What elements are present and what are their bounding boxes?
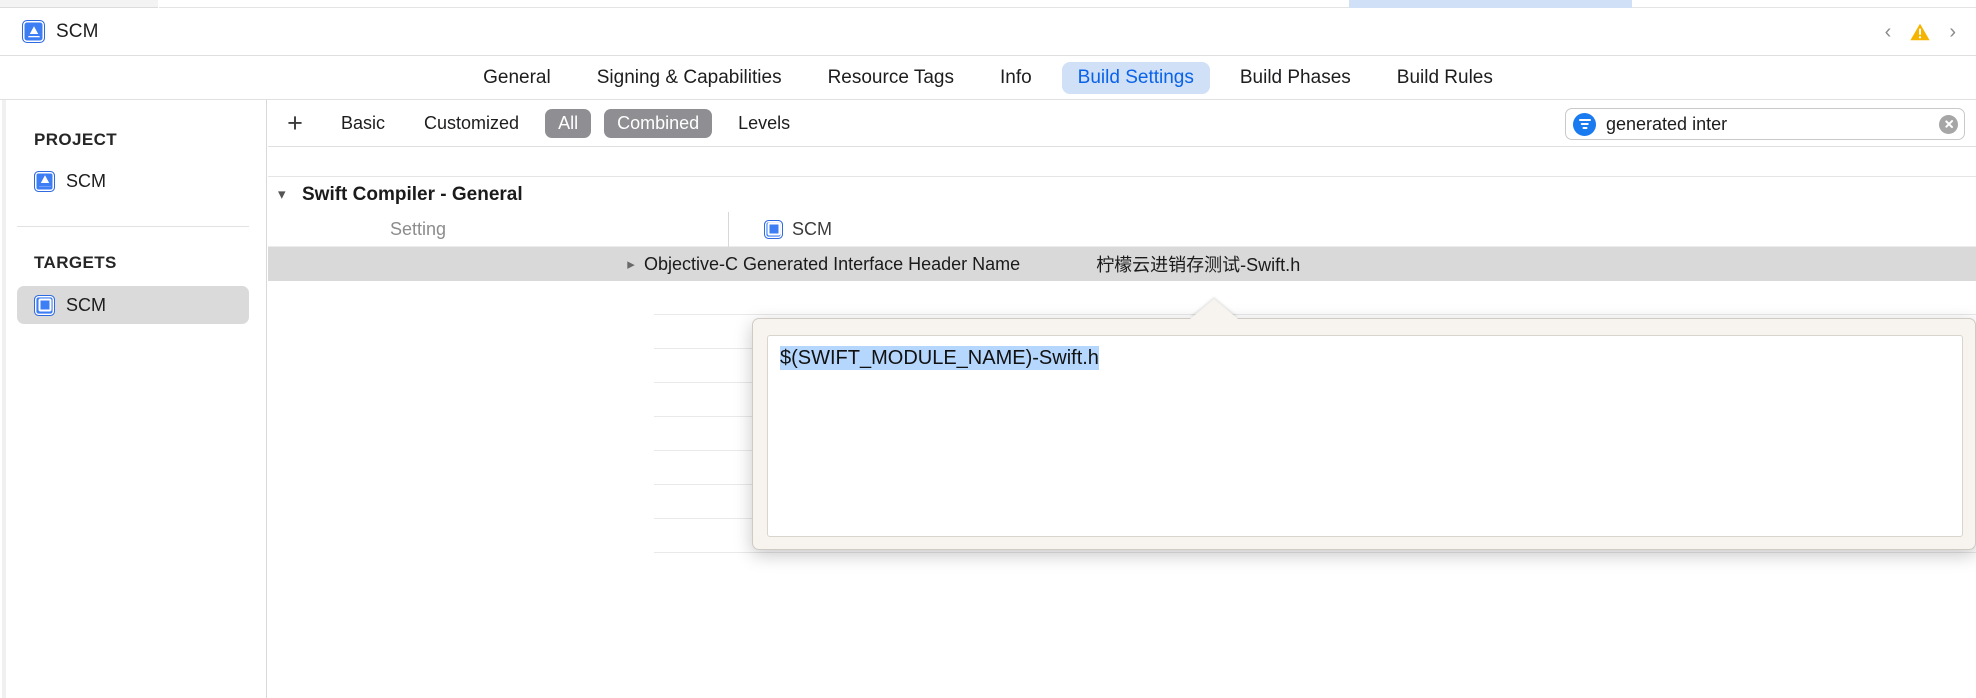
window-top-strip (0, 0, 1976, 8)
tab-resource-tags[interactable]: Resource Tags (812, 62, 970, 94)
sidebar-item-label: SCM (66, 170, 106, 191)
clear-search-icon[interactable] (1939, 114, 1958, 134)
table-row (654, 281, 1976, 315)
add-setting-button[interactable]: + (276, 109, 314, 137)
project-navigator-sidebar: PROJECT SCM TARGETS SCM (0, 100, 267, 698)
column-header-setting: Setting (390, 218, 447, 239)
sidebar-scrollbar[interactable] (2, 100, 6, 698)
filter-customized-button[interactable]: Customized (411, 109, 532, 138)
sidebar-item-label: SCM (66, 294, 106, 315)
sidebar-item-project-scm[interactable]: SCM (17, 162, 249, 200)
popover-text-area[interactable]: $(SWIFT_MODULE_NAME)-Swift.h (767, 335, 1963, 537)
top-strip-left (0, 0, 158, 8)
settings-group-title: Swift Compiler - General (302, 183, 523, 205)
column-header-target-label: SCM (792, 218, 832, 239)
popover-value-text[interactable]: $(SWIFT_MODULE_NAME)-Swift.h (780, 346, 1099, 370)
filter-icon[interactable] (1573, 112, 1596, 136)
filter-all-button[interactable]: All (545, 108, 592, 138)
build-settings-toolbar: + Basic Customized All Combined Levels g… (268, 100, 1976, 147)
popover-arrow (1190, 299, 1238, 319)
chevron-down-icon[interactable]: ▾ (278, 187, 291, 202)
table-row[interactable]: ▸ Objective-C Generated Interface Header… (268, 247, 1976, 281)
xcode-project-icon (34, 170, 55, 192)
filter-levels-button[interactable]: Levels (725, 109, 803, 138)
chevron-right-icon[interactable]: ▸ (618, 255, 644, 273)
column-header-target: SCM (729, 219, 832, 240)
warning-triangle-icon[interactable] (1909, 22, 1931, 42)
tab-build-phases[interactable]: Build Phases (1224, 62, 1367, 94)
filter-basic-button[interactable]: Basic (328, 109, 398, 138)
title-bar-left: SCM (0, 20, 99, 43)
settings-group-header[interactable]: ▾ Swift Compiler - General (268, 176, 1976, 212)
top-strip-right (1632, 0, 1976, 8)
tab-general[interactable]: General (467, 62, 567, 94)
chevron-right-icon[interactable]: › (1949, 22, 1956, 42)
xcode-target-icon (764, 219, 783, 239)
top-strip-mid (159, 0, 1349, 8)
chevron-left-icon[interactable]: ‹ (1885, 22, 1892, 42)
search-field[interactable]: generated inter (1565, 108, 1965, 140)
sidebar-item-target-scm[interactable]: SCM (17, 286, 249, 324)
tab-build-settings[interactable]: Build Settings (1061, 61, 1210, 94)
table-column-header: Setting SCM (268, 211, 1976, 247)
tab-build-rules[interactable]: Build Rules (1381, 62, 1509, 94)
page-title: SCM (56, 20, 99, 42)
xcode-target-icon (34, 294, 55, 316)
filter-segmented-control: Basic Customized All Combined Levels (328, 108, 803, 138)
xcode-build-settings-window: SCM ‹ › General Signing & Capabilities R… (0, 0, 1976, 698)
setting-value[interactable]: 柠檬云进销存测试-Swift.h (1020, 251, 1300, 277)
xcode-project-icon (22, 20, 45, 43)
filter-combined-button[interactable]: Combined (604, 108, 713, 138)
tab-signing-capabilities[interactable]: Signing & Capabilities (581, 62, 798, 94)
editor-tab-bar: General Signing & Capabilities Resource … (0, 56, 1976, 100)
title-bar-right: ‹ › (1885, 22, 1976, 42)
title-bar: SCM ‹ › (0, 8, 1976, 56)
search-input[interactable]: generated inter (1606, 114, 1939, 135)
sidebar-section-targets: TARGETS (34, 253, 117, 272)
setting-value-popover: $(SWIFT_MODULE_NAME)-Swift.h (752, 318, 1976, 550)
tab-info[interactable]: Info (984, 62, 1048, 94)
tab-list: General Signing & Capabilities Resource … (467, 61, 1509, 94)
top-strip-highlight (1349, 0, 1632, 8)
sidebar-section-project: PROJECT (34, 130, 118, 149)
setting-name: Objective-C Generated Interface Header N… (644, 253, 1021, 274)
